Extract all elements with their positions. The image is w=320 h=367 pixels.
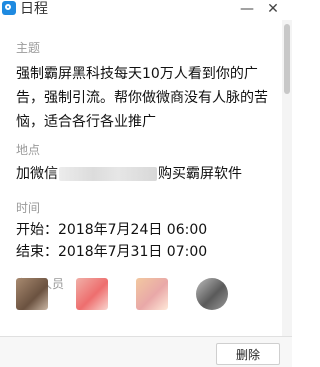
location-prefix: 加微信 <box>16 166 58 182</box>
vertical-scrollbar[interactable] <box>282 20 292 336</box>
location-label: 地点 <box>16 143 41 157</box>
location-text: 加微信 购买霸屏软件 <box>16 162 278 186</box>
scrollbar-thumb[interactable] <box>284 24 290 94</box>
topic-text: 强制霸屏黑科技每天10万人看到你的广告，强制引流。帮你做微商没有人脉的苦恼，适合… <box>16 66 268 130</box>
minimize-button[interactable]: — <box>236 0 258 18</box>
end-time: 结束：2018年7月31日 07:00 <box>16 244 208 260</box>
topic-label: 主题 <box>16 41 41 55</box>
participant-avatar[interactable] <box>136 278 168 310</box>
time-label: 时间 <box>16 201 41 215</box>
close-button[interactable]: ✕ <box>262 0 284 18</box>
participant-avatar[interactable] <box>196 278 228 310</box>
participant-avatar[interactable] <box>76 278 108 310</box>
location-suffix: 购买霸屏软件 <box>158 166 242 182</box>
participant-avatar[interactable] <box>16 278 48 310</box>
title-bar: 日程 — ✕ <box>0 0 292 20</box>
footer-bar: 删除 <box>0 336 292 367</box>
schedule-app-icon <box>2 1 16 15</box>
start-time: 开始：2018年7月24日 06:00 <box>16 222 208 238</box>
delete-button[interactable]: 删除 <box>216 343 280 365</box>
window-title: 日程 <box>20 1 48 17</box>
redacted-wechat-id <box>59 167 157 181</box>
